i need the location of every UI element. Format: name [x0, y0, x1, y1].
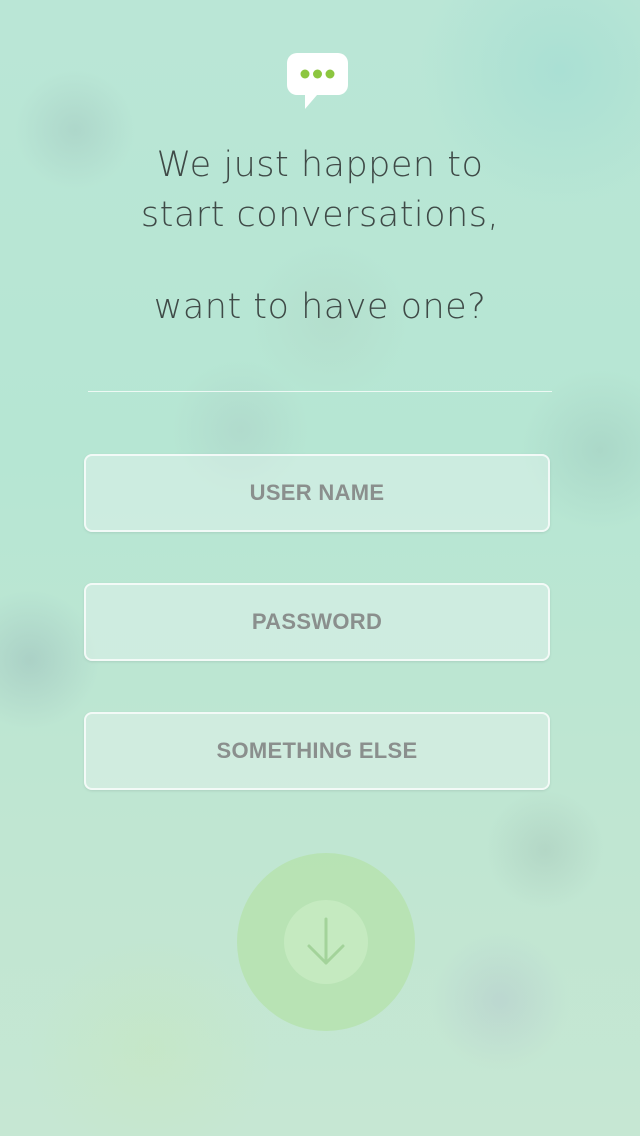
something-else-field-label: SOMETHING ELSE [216, 738, 418, 763]
submit-button-inner [284, 900, 368, 984]
submit-button[interactable] [237, 853, 415, 1031]
headline: We just happen to start conversations, w… [0, 140, 640, 332]
username-field-label: USER NAME [249, 480, 385, 505]
headline-line-3: want to have one? [153, 287, 487, 327]
chat-bubble-icon [287, 53, 348, 109]
headline-line-2: start conversations, [140, 195, 500, 235]
something-else-field[interactable]: SOMETHING ELSE [84, 712, 550, 790]
divider [88, 391, 552, 392]
headline-line-1: We just happen to [156, 145, 484, 185]
password-field[interactable]: PASSWORD [84, 583, 550, 661]
headline-spacer [0, 240, 640, 282]
password-field-label: PASSWORD [251, 609, 383, 634]
username-field[interactable]: USER NAME [84, 454, 550, 532]
arrow-down-icon [307, 917, 345, 965]
